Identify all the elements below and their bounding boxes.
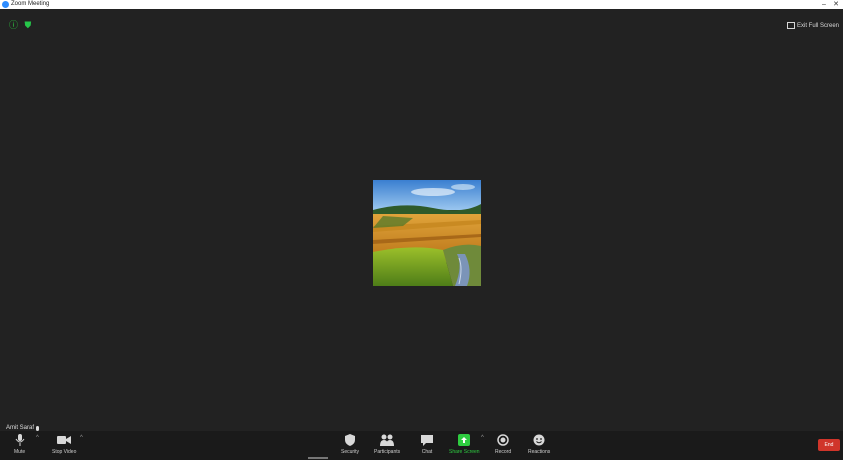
participants-icon xyxy=(380,433,395,447)
share-screen-label: Share Screen xyxy=(449,449,480,455)
share-screen-button[interactable]: Share Screen xyxy=(449,433,480,455)
minimize-button[interactable]: – xyxy=(819,0,829,9)
encryption-shield-icon[interactable]: ⛊ xyxy=(25,20,32,30)
meeting-status[interactable]: ⓘ ⛊ xyxy=(9,21,31,30)
toolbar-drag-handle[interactable] xyxy=(308,457,328,459)
shield-icon xyxy=(345,433,356,447)
video-options-chevron-icon[interactable]: ^ xyxy=(80,435,83,441)
exit-full-screen-button[interactable]: Exit Full Screen xyxy=(786,22,839,29)
audio-options-chevron-icon[interactable]: ^ xyxy=(36,435,39,441)
reactions-icon xyxy=(533,433,545,447)
fullscreen-icon xyxy=(786,22,795,29)
chat-button[interactable]: Chat xyxy=(421,433,433,455)
chat-label: Chat xyxy=(421,449,433,455)
participants-label: Participants xyxy=(374,449,401,455)
chat-icon xyxy=(421,433,433,447)
microphone-icon xyxy=(36,425,40,431)
exit-full-screen-label: Exit Full Screen xyxy=(796,22,839,29)
title-bar: Zoom Meeting – ✕ xyxy=(0,0,843,9)
mute-label: Mute xyxy=(14,449,26,455)
video-camera-icon xyxy=(57,433,72,447)
security-label: Security xyxy=(341,449,360,455)
participant-avatar xyxy=(373,180,481,286)
stop-video-label: Stop Video xyxy=(52,449,77,455)
reactions-label: Reactions xyxy=(528,449,551,455)
meeting-info-icon[interactable]: ⓘ xyxy=(9,20,18,30)
security-button[interactable]: Security xyxy=(341,433,359,455)
record-label: Record xyxy=(495,449,512,455)
share-screen-icon xyxy=(458,433,471,447)
close-button[interactable]: ✕ xyxy=(831,0,841,9)
end-meeting-button[interactable]: End xyxy=(818,439,840,451)
window-title: Zoom Meeting xyxy=(11,1,50,7)
participants-button[interactable]: Participants xyxy=(374,433,400,455)
meeting-toolbar: Mute ^ Stop Video ^ Security Participant… xyxy=(0,431,843,460)
reactions-button[interactable]: Reactions xyxy=(528,433,550,455)
record-icon xyxy=(497,433,509,447)
mute-button[interactable]: Mute xyxy=(14,433,25,455)
share-options-chevron-icon[interactable]: ^ xyxy=(481,435,484,441)
zoom-logo-icon xyxy=(2,1,9,8)
microphone-icon xyxy=(15,433,25,447)
record-button[interactable]: Record xyxy=(495,433,511,455)
stop-video-button[interactable]: Stop Video xyxy=(52,433,76,455)
